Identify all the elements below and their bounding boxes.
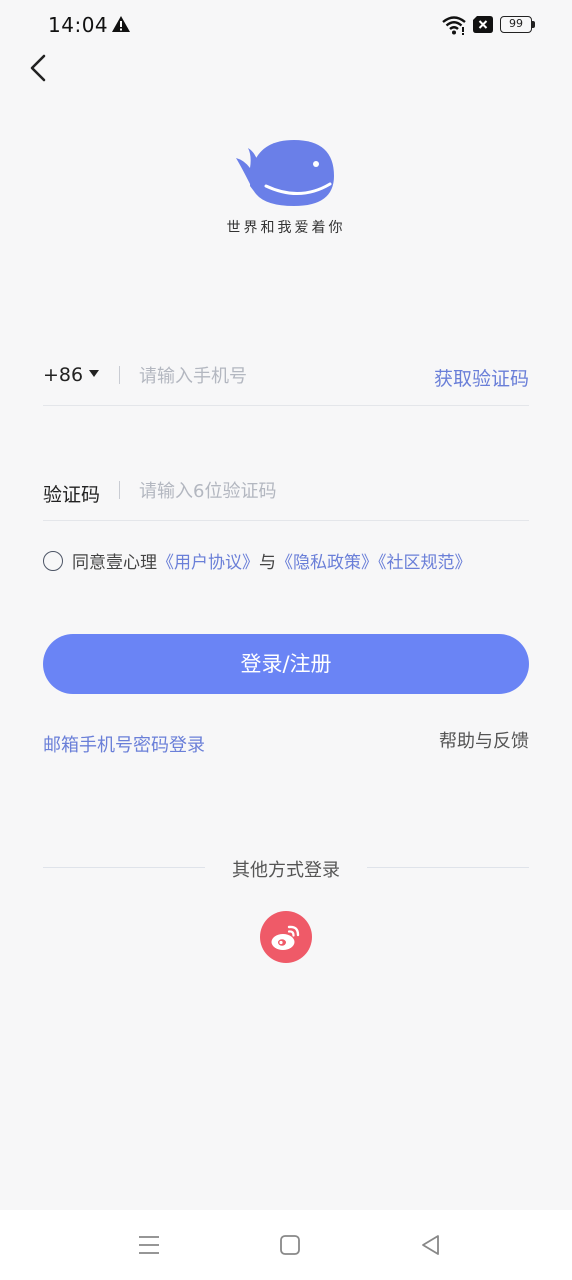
country-code: +86	[43, 364, 84, 386]
no-sim-icon	[473, 16, 493, 33]
agreement: 同意壹心理《用户协议》与《隐私政策》《社区规范》	[43, 548, 543, 573]
agree-and: 与	[259, 553, 276, 573]
login-button[interactable]: 登录/注册	[43, 634, 529, 694]
help-feedback-link[interactable]: 帮助与反馈	[439, 727, 529, 753]
whale-logo	[236, 140, 334, 206]
divider-line	[367, 867, 529, 868]
system-nav-bar	[0, 1210, 572, 1280]
menu-icon[interactable]	[136, 1232, 162, 1258]
weibo-icon	[271, 925, 300, 950]
warning-icon	[112, 16, 130, 32]
chevron-left-icon	[30, 54, 46, 82]
agree-prefix: 同意壹心理	[72, 553, 157, 573]
user-agreement-link[interactable]: 《用户协议》	[157, 553, 259, 573]
battery-icon: 99	[500, 16, 536, 33]
slogan: 世界和我爱着你	[226, 220, 346, 236]
email-login-link[interactable]: 邮箱手机号密码登录	[43, 731, 205, 757]
battery-level: 99	[500, 16, 532, 33]
code-row: 验证码	[43, 461, 529, 521]
field-divider	[119, 481, 120, 499]
back-button[interactable]	[24, 50, 54, 86]
field-divider	[119, 366, 120, 384]
community-rules-link[interactable]: 《社区规范》	[378, 553, 472, 573]
other-login-title: 其他方式登录	[232, 860, 340, 881]
country-code-select[interactable]: +86	[43, 364, 100, 386]
caret-down-icon	[89, 370, 100, 377]
privacy-policy-link[interactable]: 《隐私政策》	[276, 553, 378, 573]
phone-row: +86 获取验证码	[43, 346, 529, 406]
agree-checkbox[interactable]	[43, 551, 63, 571]
code-input[interactable]	[139, 473, 409, 509]
other-login-section: 其他方式登录	[43, 855, 529, 881]
status-bar: 14:04 99	[0, 0, 572, 50]
back-triangle-icon[interactable]	[418, 1232, 444, 1258]
home-square-icon[interactable]	[277, 1232, 303, 1258]
login-screen: 14:04 99 世界和我爱着你 +86 请输入手机号 获取验证码 验证码 请输…	[0, 0, 572, 1280]
code-label: 验证码	[43, 484, 101, 506]
wifi-icon	[442, 16, 466, 35]
get-code-button[interactable]: 获取验证码	[434, 364, 529, 391]
weibo-login-button[interactable]	[260, 911, 312, 963]
phone-input[interactable]	[139, 358, 409, 394]
status-time: 14:04	[48, 13, 109, 37]
